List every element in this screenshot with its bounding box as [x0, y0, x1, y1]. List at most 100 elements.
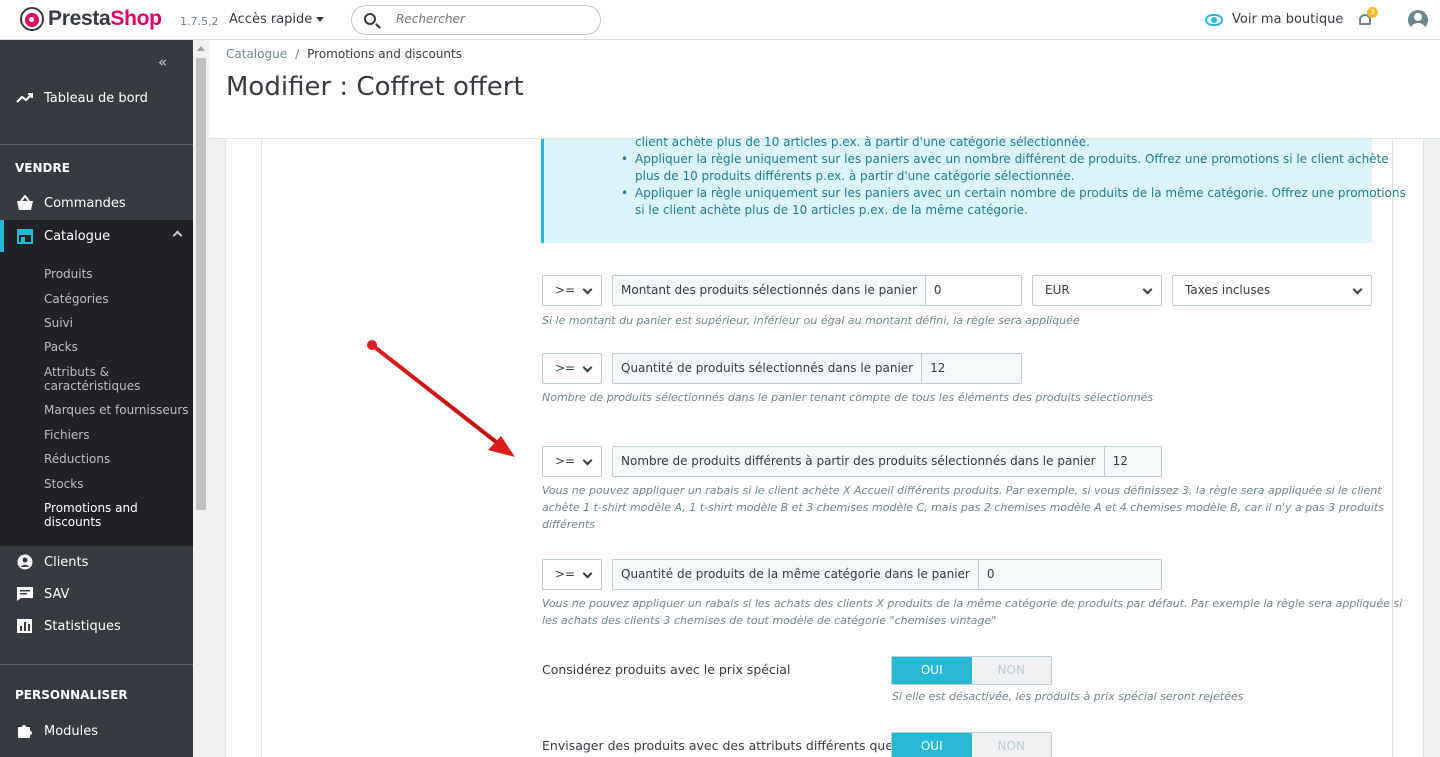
- logo-text-prefix: Presta: [48, 7, 111, 30]
- different-operator-select[interactable]: >=: [542, 446, 602, 477]
- same-category-input[interactable]: 0: [978, 560, 1161, 589]
- quick-access-label: Accès rapide: [229, 12, 313, 27]
- sidebar-item-sav[interactable]: SAV: [0, 578, 193, 610]
- view-shop-label: Voir ma boutique: [1232, 12, 1344, 27]
- sidebar-item-stats[interactable]: Statistiques: [0, 610, 193, 642]
- attributes-switch[interactable]: OUI NON: [891, 732, 1052, 757]
- collapse-sidebar-icon[interactable]: «: [158, 53, 167, 71]
- select-value: >=: [555, 567, 576, 581]
- search-input[interactable]: [396, 12, 586, 26]
- bar-chart-icon: [16, 618, 34, 634]
- same-category-label: Quantité de produits de la même catégori…: [613, 560, 979, 589]
- view-shop-link[interactable]: Voir ma boutique: [1205, 12, 1343, 27]
- store-icon: [16, 228, 34, 244]
- submenu-item-files[interactable]: Fichiers: [44, 428, 89, 442]
- switch-off[interactable]: NON: [971, 657, 1051, 684]
- same-category-input-group: Quantité de produits de la même catégori…: [612, 559, 1162, 590]
- search-box: [351, 5, 601, 35]
- account-icon[interactable]: [1408, 10, 1428, 30]
- submenu-item-promotions-line2[interactable]: discounts: [44, 515, 101, 529]
- submenu-item-discounts[interactable]: Réductions: [44, 452, 110, 466]
- special-price-help: Si elle est désactivée, les produits à p…: [892, 690, 1244, 703]
- same-category-operator-select[interactable]: >=: [542, 559, 602, 590]
- sidebar-item-modules[interactable]: Modules: [0, 715, 193, 747]
- different-help-line: achète 1 t-shirt modèle A, 1 t-shirt mod…: [542, 501, 1384, 514]
- different-help-line: différents: [542, 518, 596, 531]
- special-price-switch[interactable]: OUI NON: [891, 656, 1052, 685]
- quantity-input[interactable]: 12: [922, 354, 1021, 383]
- search-icon[interactable]: [364, 13, 376, 25]
- sidebar-scrollbar-thumb[interactable]: [196, 58, 206, 510]
- info-line: client achète plus de 10 articles p.ex. …: [635, 135, 1090, 149]
- info-bullet: •: [621, 186, 629, 200]
- submenu-item-attributes-line2[interactable]: caractéristiques: [44, 379, 140, 393]
- amount-input-group: Montant des produits sélectionnés dans l…: [612, 275, 1022, 306]
- sidebar-item-catalogue[interactable]: Catalogue: [0, 220, 193, 252]
- scroll-up-arrow-icon[interactable]: [197, 46, 205, 51]
- different-input-group: Nombre de produits différents à partir d…: [612, 446, 1162, 477]
- submenu-item-tracking[interactable]: Suivi: [44, 316, 73, 330]
- basket-icon: [16, 194, 34, 211]
- quick-access-dropdown[interactable]: Accès rapide: [229, 12, 325, 27]
- amount-input[interactable]: 0: [925, 276, 1021, 305]
- caret-down-icon: [316, 17, 325, 22]
- sidebar-item-label: Modules: [44, 723, 99, 739]
- same-category-help-line: les achats des clients 3 chemises de tou…: [542, 614, 997, 627]
- same-category-help-line: Vous ne pouvez appliquer un rabais si le…: [542, 597, 1403, 610]
- attributes-label: Envisager des produits avec des attribut…: [542, 738, 894, 753]
- different-help-line: Vous ne pouvez appliquer un rabais si le…: [542, 484, 1382, 497]
- select-value: >=: [555, 361, 576, 375]
- sidebar-item-orders[interactable]: Commandes: [0, 187, 193, 219]
- quantity-operator-select[interactable]: >=: [542, 353, 602, 384]
- amount-label: Montant des produits sélectionnés dans l…: [613, 276, 926, 305]
- submenu-item-stocks[interactable]: Stocks: [44, 477, 83, 491]
- info-line: Appliquer la règle uniquement sur les pa…: [635, 152, 1389, 166]
- sidebar-item-label: SAV: [44, 586, 70, 602]
- select-value: >=: [555, 283, 576, 297]
- chevron-down-icon: [1142, 284, 1153, 295]
- special-price-label: Considérez produits avec le prix spécial: [542, 662, 791, 677]
- tax-select[interactable]: Taxes incluses: [1172, 275, 1372, 306]
- amount-operator-select[interactable]: >=: [542, 275, 602, 306]
- submenu-item-products[interactable]: Produits: [44, 267, 93, 281]
- select-value: EUR: [1045, 283, 1070, 297]
- currency-select[interactable]: EUR: [1032, 275, 1162, 306]
- sidebar-item-label: Statistiques: [44, 618, 121, 634]
- submenu-item-promotions[interactable]: Promotions and: [44, 501, 138, 515]
- different-input[interactable]: 12: [1104, 447, 1161, 476]
- catalogue-submenu: Produits Catégories Suivi Packs Attribut…: [0, 252, 193, 546]
- logo-text-suffix: Shop: [110, 7, 162, 30]
- section-title-sell: VENDRE: [15, 161, 70, 175]
- info-bullet: •: [621, 152, 629, 166]
- info-line: si le client achète plus de 10 articles …: [635, 203, 1028, 217]
- breadcrumb: Catalogue / Promotions and discounts: [226, 47, 462, 61]
- select-value: >=: [555, 454, 576, 468]
- page-header: Catalogue / Promotions and discounts Modif…: [209, 40, 1440, 139]
- different-label: Nombre de produits différents à partir d…: [613, 447, 1105, 476]
- annotation-arrow-icon: [367, 340, 515, 457]
- breadcrumb-catalogue[interactable]: Catalogue: [226, 47, 287, 61]
- quantity-help: Nombre de produits sélectionnés dans le …: [542, 391, 1154, 404]
- select-value: Taxes incluses: [1185, 283, 1271, 297]
- chevron-down-icon: [582, 568, 593, 579]
- version-label: 1.7.5.2: [180, 15, 219, 28]
- quantity-label: Quantité de produits sélectionnés dans l…: [613, 354, 923, 383]
- breadcrumb-separator: /: [295, 47, 300, 61]
- submenu-item-categories[interactable]: Catégories: [44, 292, 109, 306]
- eye-icon: [1205, 13, 1223, 26]
- switch-on[interactable]: OUI: [892, 733, 972, 757]
- switch-off[interactable]: NON: [971, 733, 1051, 757]
- prestashop-puffin-icon: [20, 7, 44, 31]
- quantity-input-group: Quantité de produits sélectionnés dans l…: [612, 353, 1022, 384]
- sidebar-separator: [0, 664, 193, 665]
- switch-on[interactable]: OUI: [892, 657, 972, 684]
- notifications-bell-icon[interactable]: 3: [1358, 7, 1378, 27]
- prestashop-logo[interactable]: PrestaShop: [20, 7, 162, 31]
- sidebar-item-dashboard[interactable]: Tableau de bord: [0, 82, 193, 114]
- submenu-item-attributes[interactable]: Attributs &: [44, 365, 109, 379]
- info-line: Appliquer la règle uniquement sur les pa…: [635, 186, 1406, 200]
- sidebar-item-clients[interactable]: Clients: [0, 546, 193, 578]
- submenu-item-brands[interactable]: Marques et fournisseurs: [44, 403, 189, 417]
- page-title: Modifier : Coffret offert: [226, 72, 524, 102]
- submenu-item-packs[interactable]: Packs: [44, 340, 78, 354]
